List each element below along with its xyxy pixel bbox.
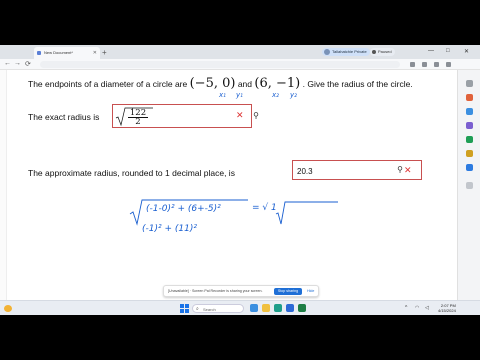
annotation-x1: x₁: [219, 91, 226, 99]
approx-radius-value: 20.3: [297, 167, 313, 176]
avatar-icon: [324, 49, 330, 55]
start-pane: [180, 304, 184, 308]
file-explorer-icon[interactable]: [262, 304, 270, 312]
weather-icon[interactable]: [4, 305, 12, 312]
outlook-icon[interactable]: [466, 150, 473, 157]
maximize-button[interactable]: □: [446, 48, 450, 54]
title-bar: New Document* ✕ + Tallahatchie Private P…: [0, 45, 480, 59]
add-sidebar-app-icon[interactable]: [466, 182, 473, 189]
profile-label: Tallahatchie Private: [332, 49, 367, 54]
start-pane: [185, 309, 189, 313]
annotation-x2: x₂: [272, 91, 279, 99]
clock-date: 4/15/2024: [438, 308, 456, 313]
screen-sharing-bar: [Unavailable] · Screen Pal Recorder is s…: [163, 285, 319, 297]
browser-window: New Document* ✕ + Tallahatchie Private P…: [0, 45, 480, 315]
taskbar: ⌕ Search ^ ◠ ◁ 2:07 PM 4/15/2024: [0, 300, 480, 315]
tab-label: New Document*: [44, 50, 73, 55]
right-sidebar: [457, 70, 480, 303]
annotation-y1: y₁: [236, 91, 243, 99]
stop-sharing-button[interactable]: Stop sharing: [274, 288, 302, 295]
forward-icon[interactable]: →: [14, 60, 21, 67]
exact-radius-label: The exact radius is: [28, 112, 100, 122]
tab-new-document[interactable]: New Document* ✕: [34, 47, 100, 59]
sharing-text: [Unavailable] · Screen Pal Recorder is s…: [168, 289, 263, 293]
tools-icon[interactable]: [466, 108, 473, 115]
work-line-1: (-1-0)² + (6+-5)²: [146, 204, 221, 214]
annotation-y2: y₂: [290, 91, 297, 99]
task-view-icon[interactable]: [250, 304, 258, 312]
favorites-icon[interactable]: [422, 62, 427, 67]
chevron-up-icon[interactable]: ^: [405, 305, 407, 311]
point-2: (6, −1): [254, 76, 301, 91]
question-area: The endpoints of a diameter of a circle …: [24, 70, 454, 303]
start-pane: [185, 304, 189, 308]
excel-icon[interactable]: [298, 304, 306, 312]
exact-radius-input[interactable]: 122 2: [112, 104, 252, 128]
keyboard-icon[interactable]: ⚲: [390, 159, 410, 181]
hide-button[interactable]: Hide: [307, 289, 314, 293]
prompt-end: . Give the radius of the circle.: [302, 79, 413, 89]
keyboard-icon[interactable]: ⚲: [246, 105, 266, 127]
back-icon[interactable]: ←: [4, 60, 11, 67]
tab-favicon-icon: [37, 51, 41, 55]
close-window-button[interactable]: ✕: [464, 48, 469, 55]
shopping-icon[interactable]: [466, 94, 473, 101]
extension-icon[interactable]: [410, 62, 415, 67]
screen: New Document* ✕ + Tallahatchie Private P…: [0, 0, 480, 360]
close-x-icon: ✕: [236, 110, 244, 120]
search-icon[interactable]: [466, 80, 473, 87]
close-tab-icon[interactable]: ✕: [93, 50, 97, 56]
left-gutter: [0, 70, 7, 303]
pause-button[interactable]: Paused: [370, 48, 395, 56]
work-line-1-rhs: = √ 1: [252, 203, 277, 213]
fraction-denominator: 2: [135, 117, 141, 127]
edge-icon[interactable]: [274, 304, 282, 312]
prompt-start: The endpoints of a diameter of a circle …: [28, 79, 188, 89]
profile-button[interactable]: Tallahatchie Private: [322, 48, 370, 56]
question-prompt: The endpoints of a diameter of a circle …: [28, 76, 413, 91]
work-line-2: (-1)² + (11)²: [142, 224, 197, 234]
url-field[interactable]: [40, 61, 400, 68]
games-icon[interactable]: [466, 122, 473, 129]
plus-icon[interactable]: +: [102, 48, 107, 57]
point-1: (−5, 0): [189, 76, 236, 91]
address-bar-row: ← → ⟳: [0, 59, 480, 70]
pause-label: Paused: [378, 49, 392, 54]
search-placeholder: Search: [203, 307, 216, 312]
prompt-connector: and: [237, 79, 253, 89]
minimize-button[interactable]: —: [428, 48, 434, 54]
pause-icon: [372, 50, 376, 54]
refresh-icon[interactable]: ⟳: [25, 60, 31, 68]
wifi-icon[interactable]: ◠: [415, 305, 419, 311]
office-icon[interactable]: [466, 136, 473, 143]
volume-icon[interactable]: ◁: [425, 305, 429, 311]
start-pane: [180, 309, 184, 313]
windows-start-icon[interactable]: [180, 304, 189, 313]
collections-icon[interactable]: [434, 62, 439, 67]
approx-radius-label: The approximate radius, rounded to 1 dec…: [28, 168, 235, 178]
clock[interactable]: 2:07 PM 4/15/2024: [438, 303, 456, 313]
menu-icon[interactable]: [446, 62, 451, 67]
word-icon[interactable]: [286, 304, 294, 312]
search-icon: ⌕: [196, 306, 199, 312]
drop-icon[interactable]: [466, 164, 473, 171]
taskbar-search[interactable]: ⌕ Search: [192, 304, 244, 313]
